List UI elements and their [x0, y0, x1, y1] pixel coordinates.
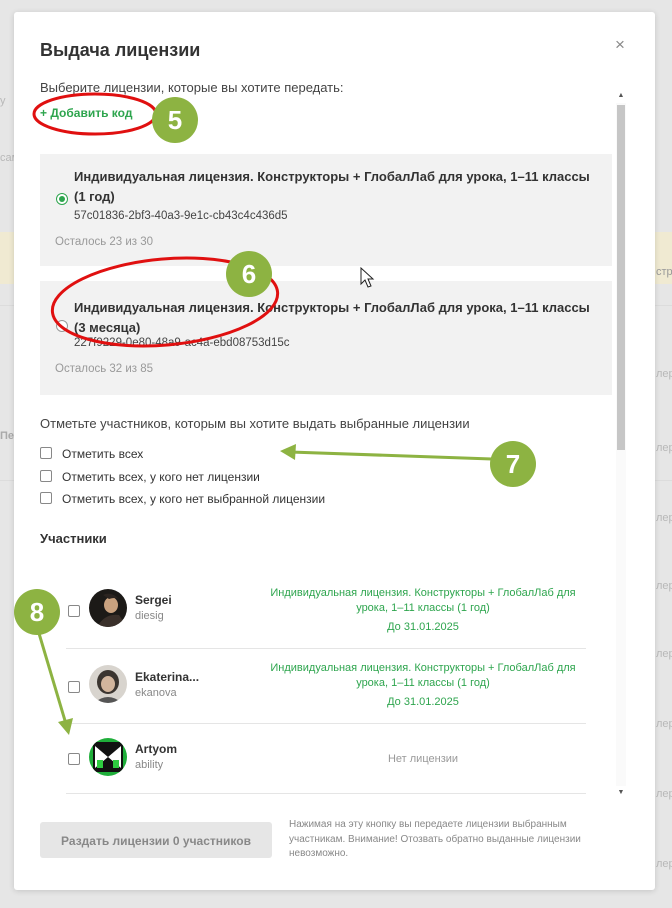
annotation-badge-8: 8: [14, 589, 60, 635]
mark-without-selected-label: Отметить всех, у кого нет выбранной лице…: [62, 492, 326, 506]
mark-without-selected-option[interactable]: Отметить всех, у кого нет выбранной лице…: [40, 492, 325, 506]
background-text: лер: [656, 512, 672, 524]
scroll-up-icon[interactable]: ▲: [616, 91, 626, 101]
close-icon[interactable]: ×: [615, 36, 625, 53]
participant-login: ekanova: [135, 687, 177, 699]
participant-row: Sergei diesig Индивидуальная лицензия. К…: [40, 584, 600, 644]
participant-checkbox[interactable]: [68, 681, 80, 693]
mark-without-selected-checkbox[interactable]: [40, 492, 52, 504]
license-code: 57c01836-2bf3-40a3-9e1c-cb43c4c436d5: [74, 210, 288, 222]
row-divider: [66, 723, 586, 724]
row-divider: [66, 793, 586, 794]
participant-license: Индивидуальная лицензия. Конструкторы + …: [270, 662, 576, 689]
license-option-card[interactable]: Индивидуальная лицензия. Конструкторы + …: [40, 154, 612, 266]
avatar: [89, 738, 127, 776]
participant-row: Ekaterina... ekanova Индивидуальная лице…: [40, 659, 600, 719]
add-code-link[interactable]: + Добавить код: [40, 106, 132, 120]
mark-all-checkbox[interactable]: [40, 447, 52, 459]
background-text: Пе: [0, 430, 15, 442]
mark-without-license-checkbox[interactable]: [40, 470, 52, 482]
mark-without-license-option[interactable]: Отметить всех, у кого нет лицензии: [40, 470, 260, 484]
background-text: лер: [656, 718, 672, 730]
distribute-warning-text: Нажимая на эту кнопку вы передаете лицен…: [289, 819, 581, 859]
license-remaining: Осталось 32 из 85: [55, 363, 154, 375]
license-name: Индивидуальная лицензия. Конструкторы + …: [74, 300, 590, 335]
participant-checkbox[interactable]: [68, 753, 80, 765]
background-text: лер: [656, 858, 672, 870]
dialog-title: Выдача лицензии: [40, 40, 201, 60]
participant-license: Индивидуальная лицензия. Конструкторы + …: [270, 587, 576, 614]
participant-row: Artyom ability Нет лицензии: [40, 734, 600, 794]
avatar: [89, 589, 127, 627]
participant-name: Artyom: [135, 742, 178, 756]
distribute-licenses-button[interactable]: Раздать лицензии 0 участников: [40, 822, 272, 858]
scrollbar-thumb[interactable]: [617, 105, 625, 450]
participant-license-until: До 31.01.2025: [387, 696, 459, 708]
row-divider: [66, 648, 586, 649]
participant-login: diesig: [135, 610, 164, 622]
mark-all-label: Отметить всех: [62, 447, 144, 461]
license-code: 227f9229-0e80-48a9-ac4a-ebd08753d15c: [74, 337, 290, 349]
participant-name: Sergei: [135, 593, 172, 607]
mark-without-license-label: Отметить всех, у кого нет лицензии: [62, 470, 260, 484]
license-radio-selected[interactable]: [56, 193, 68, 205]
participant-name: Ekaterina...: [135, 670, 200, 684]
participants-heading: Участники: [40, 531, 107, 546]
mark-participants-title: Отметьте участников, которым вы хотите в…: [40, 416, 470, 431]
dialog-scroll-area[interactable]: Выберите лицензии, которые вы хотите пер…: [40, 79, 616, 799]
participant-checkbox[interactable]: [68, 605, 80, 617]
license-intro-text: Выберите лицензии, которые вы хотите пер…: [40, 80, 344, 95]
license-remaining: Осталось 23 из 30: [55, 236, 154, 248]
participant-license-until: До 31.01.2025: [387, 621, 459, 633]
background-text: лер: [656, 580, 672, 592]
participant-no-license: Нет лицензии: [387, 753, 459, 765]
annotation-badge-6: 6: [226, 251, 272, 297]
mark-all-option[interactable]: Отметить всех: [40, 447, 143, 461]
scroll-down-icon[interactable]: ▼: [616, 788, 626, 798]
avatar: [89, 665, 127, 703]
dialog-scrollbar[interactable]: ▲ ▼: [616, 91, 626, 799]
background-text: лер: [656, 368, 672, 380]
background-text: лер: [656, 442, 672, 454]
license-name: Индивидуальная лицензия. Конструкторы + …: [74, 169, 590, 204]
background-text: лер: [656, 788, 672, 800]
background-text: у: [0, 95, 6, 107]
license-dialog: Выдача лицензии × Выберите лицензии, кот…: [14, 12, 655, 890]
background-text: стри: [656, 266, 672, 278]
annotation-badge-5: 5: [152, 97, 198, 143]
participant-login: ability: [135, 759, 164, 771]
background-text: лер: [656, 648, 672, 660]
annotation-badge-7: 7: [490, 441, 536, 487]
license-option-card[interactable]: Индивидуальная лицензия. Конструкторы + …: [40, 281, 612, 395]
license-radio[interactable]: [56, 320, 68, 332]
